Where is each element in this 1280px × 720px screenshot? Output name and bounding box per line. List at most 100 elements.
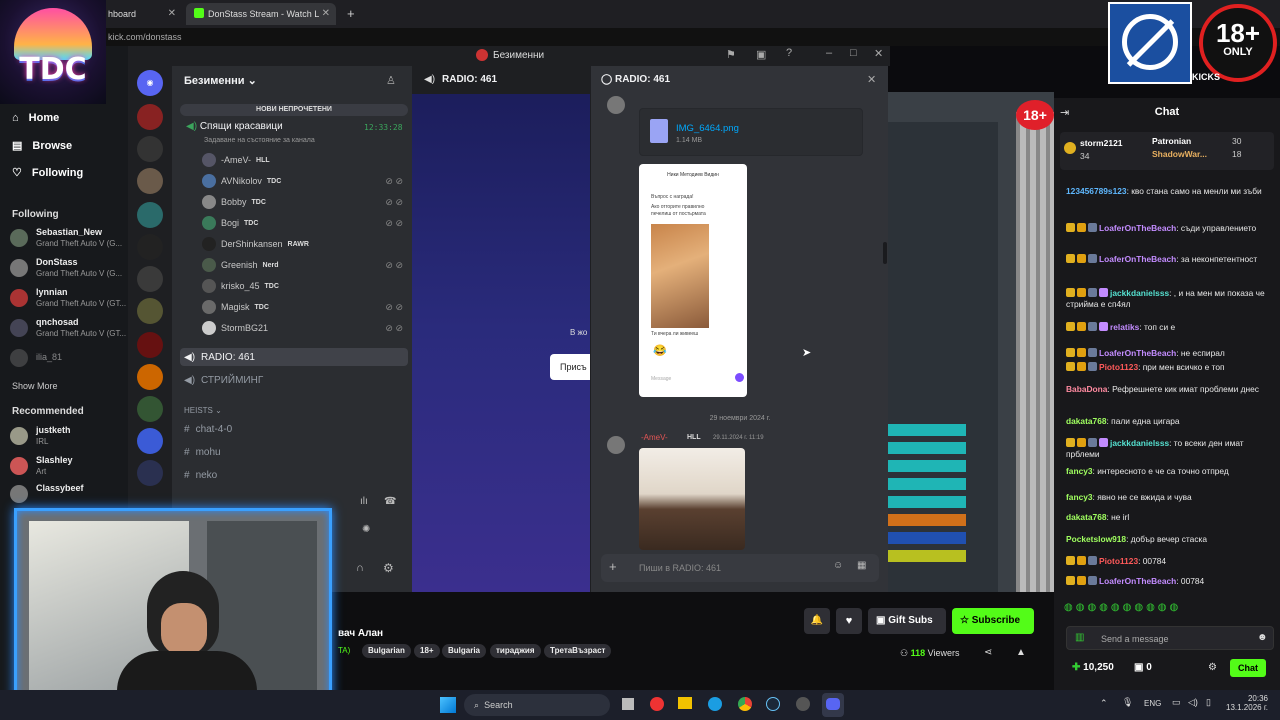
chat-username[interactable]: dakata768	[1066, 512, 1107, 522]
server-icon[interactable]	[137, 364, 163, 390]
chat-username[interactable]: fancy3	[1066, 466, 1093, 476]
gifts-display[interactable]: ▣ 0	[1134, 662, 1152, 673]
minimize-icon[interactable]: –	[826, 47, 832, 59]
send-chat-button[interactable]: Chat	[1230, 659, 1266, 677]
language-indicator[interactable]: ENG	[1144, 699, 1161, 708]
file-explorer-icon[interactable]	[678, 697, 692, 709]
text-channel[interactable]: # neko	[184, 470, 217, 481]
taskbar-search[interactable]: ⌕ Search	[464, 694, 610, 716]
edge-icon[interactable]	[708, 697, 722, 711]
voice-user[interactable]: Bobby TDC ⊘ ⊘	[202, 193, 407, 211]
chat-input[interactable]: ▥ Send a message ☻	[1066, 626, 1274, 650]
maximize-icon[interactable]: □	[850, 47, 857, 59]
unread-banner[interactable]: НОВИ НЕПРОЧЕТЕНИ	[180, 104, 408, 116]
opera-icon[interactable]	[650, 697, 664, 711]
add-member-icon[interactable]: ♙	[386, 74, 396, 87]
help-icon[interactable]: ?	[786, 47, 792, 59]
voice-user[interactable]: Greenish Nerd ⊘ ⊘	[202, 256, 407, 274]
close-icon[interactable]: ✕	[867, 73, 876, 86]
apps-icon[interactable]: ▦	[857, 560, 866, 571]
windows-start-icon[interactable]	[440, 697, 456, 713]
voice-user[interactable]: -AmeV- HLL	[202, 151, 407, 169]
network-icon[interactable]: ▭	[1172, 697, 1181, 708]
emoji-icon[interactable]: ☺	[833, 560, 843, 571]
emote-picker-icon[interactable]: ▥	[1075, 632, 1084, 643]
scrollbar[interactable]	[883, 242, 887, 264]
steam-icon[interactable]	[766, 697, 780, 711]
server-icon[interactable]	[137, 460, 163, 486]
nav-home[interactable]: ⌂ Home	[12, 112, 59, 124]
settings-icon[interactable]: ⚙	[383, 561, 394, 575]
following-item[interactable]: qnchosad Grand Theft Auto V (GT...	[10, 316, 128, 342]
chrome-icon[interactable]	[738, 697, 752, 711]
bell-icon[interactable]: 🔔	[804, 608, 830, 634]
voice-user[interactable]: StormBG21 ⊘ ⊘	[202, 319, 407, 337]
chat-username[interactable]: Pocketslow918	[1066, 534, 1126, 544]
clock[interactable]: 20:36 13.1.2026 г.	[1226, 694, 1268, 712]
stream-tag[interactable]: ТретаВъзраст	[544, 644, 612, 658]
voice-user[interactable]: DerShinkansen RAWR	[202, 235, 407, 253]
server-icon[interactable]	[137, 202, 163, 228]
stream-tag[interactable]: тираджия	[490, 644, 541, 658]
voice-user[interactable]: Magisk TDC ⊘ ⊘	[202, 298, 407, 316]
server-name[interactable]: Безименни ⌄	[184, 74, 257, 87]
stream-tag[interactable]: Bulgaria	[442, 644, 487, 658]
recommended-item[interactable]: Slashley Art	[10, 454, 128, 480]
server-icon[interactable]	[137, 234, 163, 260]
browser-tab-dashboard[interactable]: hboard ✕	[100, 3, 182, 25]
chat-username[interactable]: 123456789s123	[1066, 186, 1127, 196]
server-icon[interactable]	[137, 104, 163, 130]
text-channel[interactable]: # chat-4-0	[184, 424, 232, 435]
server-icon[interactable]	[137, 136, 163, 162]
report-icon[interactable]: ▲	[1016, 647, 1026, 658]
voice-channel[interactable]: ◀) Спящи красавици	[186, 121, 283, 132]
discord-taskbar-item[interactable]	[822, 693, 844, 717]
message-author[interactable]: -AmeV-	[641, 433, 668, 442]
disconnect-icon[interactable]: ☎	[384, 496, 396, 507]
room-photo[interactable]	[639, 448, 745, 550]
chat-username[interactable]: LoaferOnTheBeach	[1099, 223, 1176, 233]
join-voice-button[interactable]: Присъ	[550, 354, 594, 380]
volume-icon[interactable]: ◁)	[1188, 697, 1198, 708]
close-icon[interactable]: ✕	[168, 3, 176, 25]
headphones-icon[interactable]: ∩	[356, 562, 364, 574]
recommended-item[interactable]: Classybeef	[10, 482, 128, 508]
text-channel[interactable]: # mohu	[184, 447, 221, 458]
chat-username[interactable]: jackkdanielsss	[1110, 288, 1169, 298]
stream-tag[interactable]: Bulgarian	[362, 644, 411, 658]
close-icon[interactable]: ✕	[322, 3, 330, 25]
add-attachment-icon[interactable]: +	[609, 559, 617, 574]
tray-expand-icon[interactable]: ⌃	[1100, 698, 1108, 709]
server-icon[interactable]	[137, 266, 163, 292]
settings-icon[interactable]: ⚙	[1208, 662, 1217, 673]
share-icon[interactable]: ⋖	[984, 647, 992, 658]
show-more-link[interactable]: Show More	[12, 381, 58, 391]
channel-radio[interactable]: ◀) RADIO: 461	[184, 352, 255, 363]
following-item[interactable]: Sebastian_New Grand Theft Auto V (G...	[10, 226, 128, 252]
battery-icon[interactable]: ▯	[1206, 697, 1211, 708]
recommended-item[interactable]: justketh IRL	[10, 424, 128, 450]
chat-username[interactable]: relatiks	[1110, 322, 1139, 332]
discord-home-icon[interactable]: ◉	[137, 70, 163, 96]
stream-category[interactable]: TA)	[338, 646, 350, 655]
server-icon[interactable]	[137, 332, 163, 358]
category-heists[interactable]: HEISTS ⌄	[184, 406, 222, 415]
chat-username[interactable]: LoaferOnTheBeach	[1099, 348, 1176, 358]
microphone-icon[interactable]: 🎙	[1122, 697, 1133, 708]
address-bar[interactable]: kick.com/donstass	[0, 28, 1280, 46]
leaderboard[interactable]: storm2121 34 Patronian 30 ShadowWar... 1…	[1060, 132, 1274, 170]
subscribe-button[interactable]: ☆ Subscribe	[952, 608, 1034, 634]
server-icon[interactable]	[137, 168, 163, 194]
file-attachment[interactable]: IMG_6464.png 1.14 MB	[639, 108, 863, 156]
message-composer[interactable]: + Пиши в RADIO: 461 ☺ ▦	[601, 554, 879, 582]
chat-username[interactable]: Pioto1123	[1099, 362, 1138, 372]
voice-user[interactable]: Bogi TDC ⊘ ⊘	[202, 214, 407, 232]
voice-user[interactable]: krisko_45 TDC	[202, 277, 407, 295]
server-icon[interactable]	[137, 396, 163, 422]
channel-status[interactable]: Задаване на състояние за канала	[204, 137, 315, 144]
server-icon[interactable]	[137, 298, 163, 324]
channel-streaming[interactable]: ◀) СТРИЙМИНГ	[184, 375, 263, 386]
file-name-link[interactable]: IMG_6464.png	[676, 123, 739, 134]
nav-following[interactable]: ♡ Following	[12, 166, 83, 180]
points-display[interactable]: ✚ 10,250	[1072, 662, 1114, 673]
